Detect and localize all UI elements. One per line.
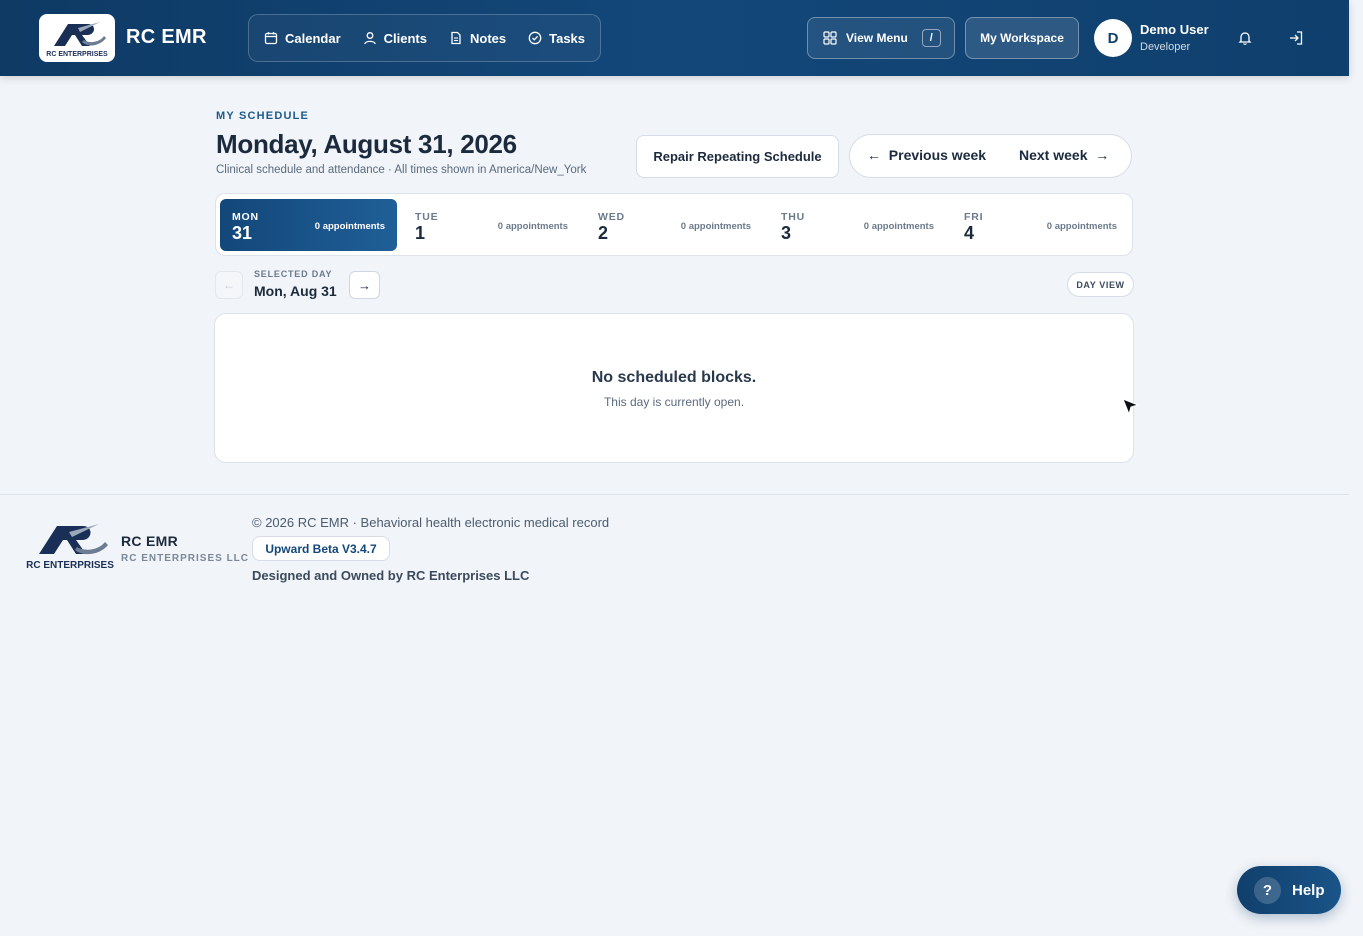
grid-icon xyxy=(823,31,837,45)
top-navigation-bar: RC ENTERPRISES RC EMR Calendar Clients N… xyxy=(0,0,1349,76)
selected-day-label: SELECTED DAY xyxy=(254,269,333,279)
view-menu-label: View Menu xyxy=(846,31,908,45)
previous-day-button[interactable]: ← xyxy=(215,271,243,299)
next-day-button[interactable]: → xyxy=(349,271,380,299)
day-number: 1 xyxy=(415,223,426,243)
nav-notes[interactable]: Notes xyxy=(449,31,506,46)
appointment-count: 0 appointments xyxy=(314,221,385,232)
day-view-button[interactable]: DAY VIEW xyxy=(1067,272,1134,297)
notifications-button[interactable] xyxy=(1233,26,1257,50)
help-button[interactable]: ? Help xyxy=(1237,866,1341,914)
appointment-count: 0 appointments xyxy=(863,221,934,232)
appointment-count: 0 appointments xyxy=(1046,221,1117,232)
arrow-right-icon: → xyxy=(1095,147,1110,163)
footer-divider xyxy=(0,494,1349,495)
footer-logo: RC ENTERPRISES xyxy=(26,524,114,571)
version-badge: Upward Beta V3.4.7 xyxy=(252,536,390,561)
bell-icon xyxy=(1238,32,1252,45)
view-menu-button[interactable]: View Menu / xyxy=(807,17,955,59)
nav-clients-label: Clients xyxy=(383,30,427,46)
sign-in-icon xyxy=(1290,31,1303,45)
arrow-left-icon: ← xyxy=(867,147,881,163)
logout-button[interactable] xyxy=(1284,26,1308,50)
brand-logo[interactable]: RC ENTERPRISES xyxy=(39,14,115,62)
day-dow: TUE xyxy=(415,211,439,223)
nav-tasks-label: Tasks xyxy=(549,30,586,46)
selected-day-date: Mon, Aug 31 xyxy=(254,283,337,299)
document-icon xyxy=(451,31,461,45)
day-dow: THU xyxy=(781,211,805,223)
previous-week-label: Previous week xyxy=(888,147,987,163)
repair-repeating-schedule-button[interactable]: Repair Repeating Schedule xyxy=(636,135,839,178)
check-circle-icon xyxy=(528,31,542,45)
next-week-button[interactable]: Next week → xyxy=(1019,147,1109,163)
nav-clients[interactable]: Clients xyxy=(363,31,427,46)
day-tab-mon[interactable]: MON 31 0 appointments xyxy=(220,199,397,251)
avatar[interactable]: D xyxy=(1094,19,1132,57)
week-day-strip: MON 31 0 appointments TUE 1 0 appointmen… xyxy=(215,193,1133,256)
next-week-label: Next week xyxy=(1019,147,1088,163)
day-tab-fri[interactable]: FRI 4 0 appointments xyxy=(952,199,1129,251)
appointment-count: 0 appointments xyxy=(680,221,751,232)
main-nav: Calendar Clients Notes Tasks xyxy=(248,14,601,62)
user-role: Developer xyxy=(1140,41,1191,53)
appointment-count: 0 appointments xyxy=(497,221,568,232)
footer-designed-by: Designed and Owned by RC Enterprises LLC xyxy=(252,568,530,583)
day-number: 3 xyxy=(781,223,792,243)
svg-text:RC ENTERPRISES: RC ENTERPRISES xyxy=(26,560,114,571)
rc-logo-mark: RC ENTERPRISES xyxy=(46,22,108,58)
mouse-pointer-icon xyxy=(1122,398,1140,416)
svg-text:RC ENTERPRISES: RC ENTERPRISES xyxy=(46,51,108,58)
user-icon xyxy=(363,32,376,45)
my-workspace-button[interactable]: My Workspace xyxy=(965,17,1079,59)
calendar-icon xyxy=(264,32,278,45)
nav-calendar-label: Calendar xyxy=(285,30,341,46)
schedule-empty-state: No scheduled blocks. This day is current… xyxy=(214,313,1134,463)
page-title: Monday, August 31, 2026 xyxy=(216,129,517,159)
footer-copyright: © 2026 RC EMR · Behavioral health electr… xyxy=(252,515,610,530)
week-navigation: ← Previous week Next week → xyxy=(849,134,1132,178)
day-tab-tue[interactable]: TUE 1 0 appointments xyxy=(403,199,580,251)
user-name: Demo User xyxy=(1140,22,1209,37)
day-tab-thu[interactable]: THU 3 0 appointments xyxy=(769,199,946,251)
help-label: Help xyxy=(1292,881,1325,899)
footer-company: RC ENTERPRISES LLC xyxy=(121,553,250,564)
nav-notes-label: Notes xyxy=(469,30,507,46)
question-icon: ? xyxy=(1254,876,1281,904)
page-subtitle: Clinical schedule and attendance · All t… xyxy=(216,164,587,176)
day-dow: MON xyxy=(232,211,259,223)
nav-calendar[interactable]: Calendar xyxy=(264,31,341,46)
day-number: 2 xyxy=(598,223,609,243)
view-menu-shortcut: / xyxy=(921,29,941,47)
day-number: 31 xyxy=(232,223,253,243)
day-number: 4 xyxy=(964,223,975,243)
empty-state-title: No scheduled blocks. xyxy=(591,369,757,386)
day-dow: FRI xyxy=(964,211,984,223)
brand-name: RC EMR xyxy=(126,26,207,48)
empty-state-subtitle: This day is currently open. xyxy=(603,395,745,409)
day-dow: WED xyxy=(598,211,625,223)
nav-tasks[interactable]: Tasks xyxy=(528,31,585,46)
day-tab-wed[interactable]: WED 2 0 appointments xyxy=(586,199,763,251)
previous-week-button[interactable]: ← Previous week xyxy=(867,147,986,163)
footer-brand-name: RC EMR xyxy=(121,533,179,549)
section-eyebrow: MY SCHEDULE xyxy=(216,110,310,122)
